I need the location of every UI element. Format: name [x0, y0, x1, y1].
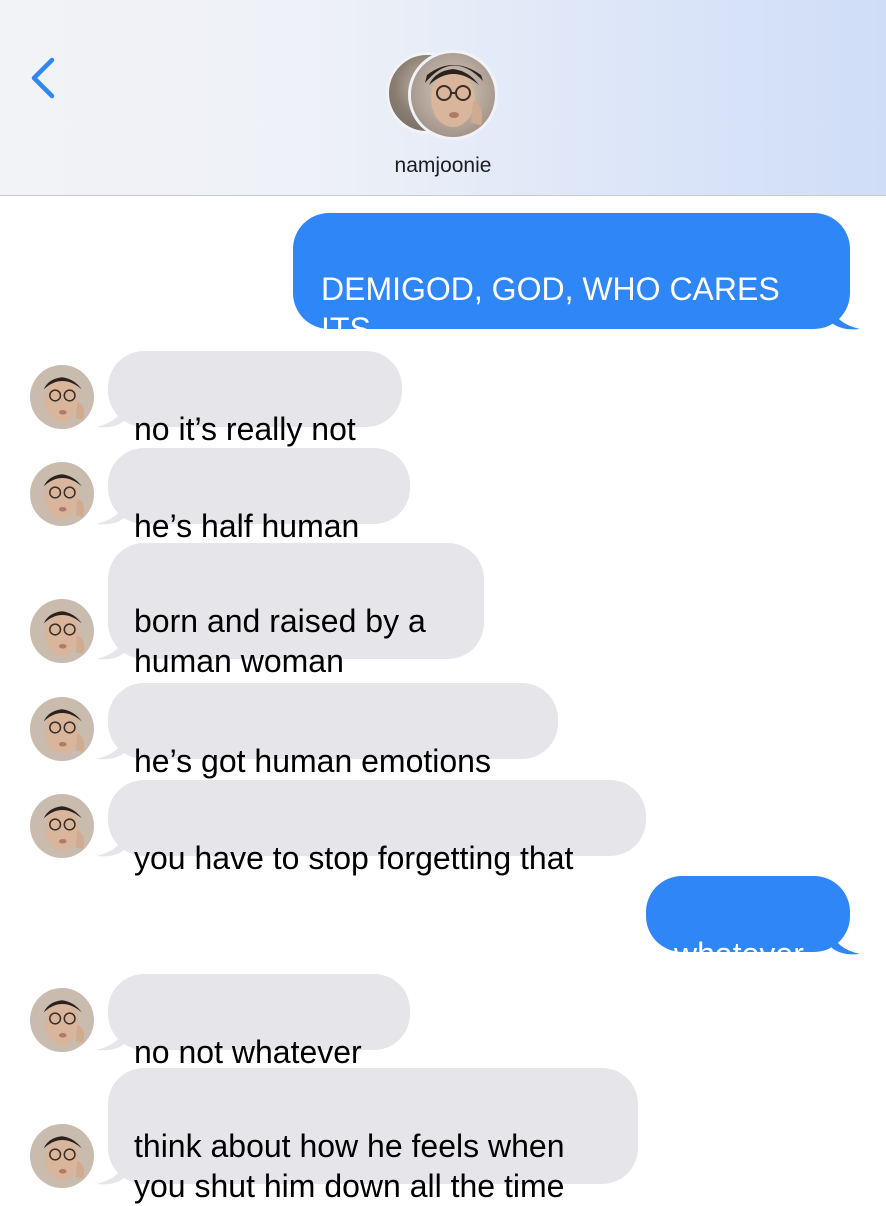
- outgoing-message-bubble[interactable]: whatever: [646, 876, 850, 972]
- contact-avatar-group[interactable]: [386, 50, 502, 140]
- incoming-message-bubble[interactable]: you have to stop forgetting that: [108, 780, 646, 876]
- chevron-left-icon: [31, 57, 55, 99]
- avatar-portrait-icon: [411, 53, 495, 137]
- incoming-message-bubble[interactable]: think about how he feels when you shut h…: [108, 1068, 638, 1204]
- bubble-tail-icon: [96, 500, 124, 525]
- bubble-tail-icon: [96, 635, 124, 660]
- outgoing-message-bubble[interactable]: DEMIGOD, GOD, WHO CARES ITS THE SAME THI…: [293, 213, 850, 387]
- avatar-portrait-icon: [30, 599, 94, 663]
- sender-avatar[interactable]: [30, 794, 94, 858]
- message-row: DEMIGOD, GOD, WHO CARES ITS THE SAME THI…: [0, 213, 886, 387]
- incoming-message-bubble[interactable]: born and raised by a human woman: [108, 543, 484, 679]
- incoming-message-bubble[interactable]: he’s got human emotions: [108, 683, 558, 779]
- message-row: born and raised by a human woman: [0, 543, 886, 679]
- message-row: think about how he feels when you shut h…: [0, 1068, 886, 1204]
- contact-avatar: [408, 50, 498, 140]
- message-text: he’s got human emotions: [134, 743, 491, 779]
- message-text: no not whatever: [134, 1034, 362, 1070]
- incoming-message-bubble[interactable]: he’s half human: [108, 448, 410, 544]
- message-text: no it’s really not: [134, 411, 356, 447]
- message-row: you have to stop forgetting that: [0, 778, 886, 876]
- sender-avatar[interactable]: [30, 365, 94, 429]
- avatar-portrait-icon: [30, 697, 94, 761]
- message-row: he’s got human emotions: [0, 681, 886, 779]
- message-row: no it’s really not: [0, 349, 886, 447]
- avatar-portrait-icon: [30, 365, 94, 429]
- bubble-tail-icon: [96, 1160, 124, 1185]
- sender-avatar[interactable]: [30, 462, 94, 526]
- back-button[interactable]: [22, 50, 66, 106]
- message-text: whatever: [674, 936, 804, 972]
- bubble-tail-icon: [96, 1026, 124, 1051]
- bubble-tail-icon: [96, 403, 124, 428]
- contact-name[interactable]: namjoonie: [0, 154, 886, 178]
- incoming-message-bubble[interactable]: no it’s really not: [108, 351, 402, 447]
- avatar-portrait-icon: [30, 794, 94, 858]
- message-text: think about how he feels when you shut h…: [134, 1128, 565, 1204]
- sender-avatar[interactable]: [30, 988, 94, 1052]
- sender-avatar[interactable]: [30, 1124, 94, 1188]
- message-row: no not whatever: [0, 972, 886, 1070]
- avatar-portrait-icon: [30, 462, 94, 526]
- sender-avatar[interactable]: [30, 599, 94, 663]
- bubble-tail-icon: [96, 735, 124, 760]
- avatar-portrait-icon: [30, 1124, 94, 1188]
- message-thread: DEMIGOD, GOD, WHO CARES ITS THE SAME THI…: [0, 196, 886, 1204]
- incoming-message-bubble[interactable]: no not whatever: [108, 974, 410, 1070]
- avatar-portrait-icon: [30, 988, 94, 1052]
- bubble-tail-icon: [832, 305, 860, 330]
- message-text: he’s half human: [134, 508, 360, 544]
- bubble-tail-icon: [832, 930, 860, 955]
- message-text: born and raised by a human woman: [134, 603, 426, 679]
- conversation-header: namjoonie: [0, 0, 886, 196]
- bubble-tail-icon: [96, 832, 124, 857]
- sender-avatar[interactable]: [30, 697, 94, 761]
- message-text: you have to stop forgetting that: [134, 840, 574, 876]
- message-row: whatever: [0, 876, 886, 972]
- message-row: he’s half human: [0, 446, 886, 544]
